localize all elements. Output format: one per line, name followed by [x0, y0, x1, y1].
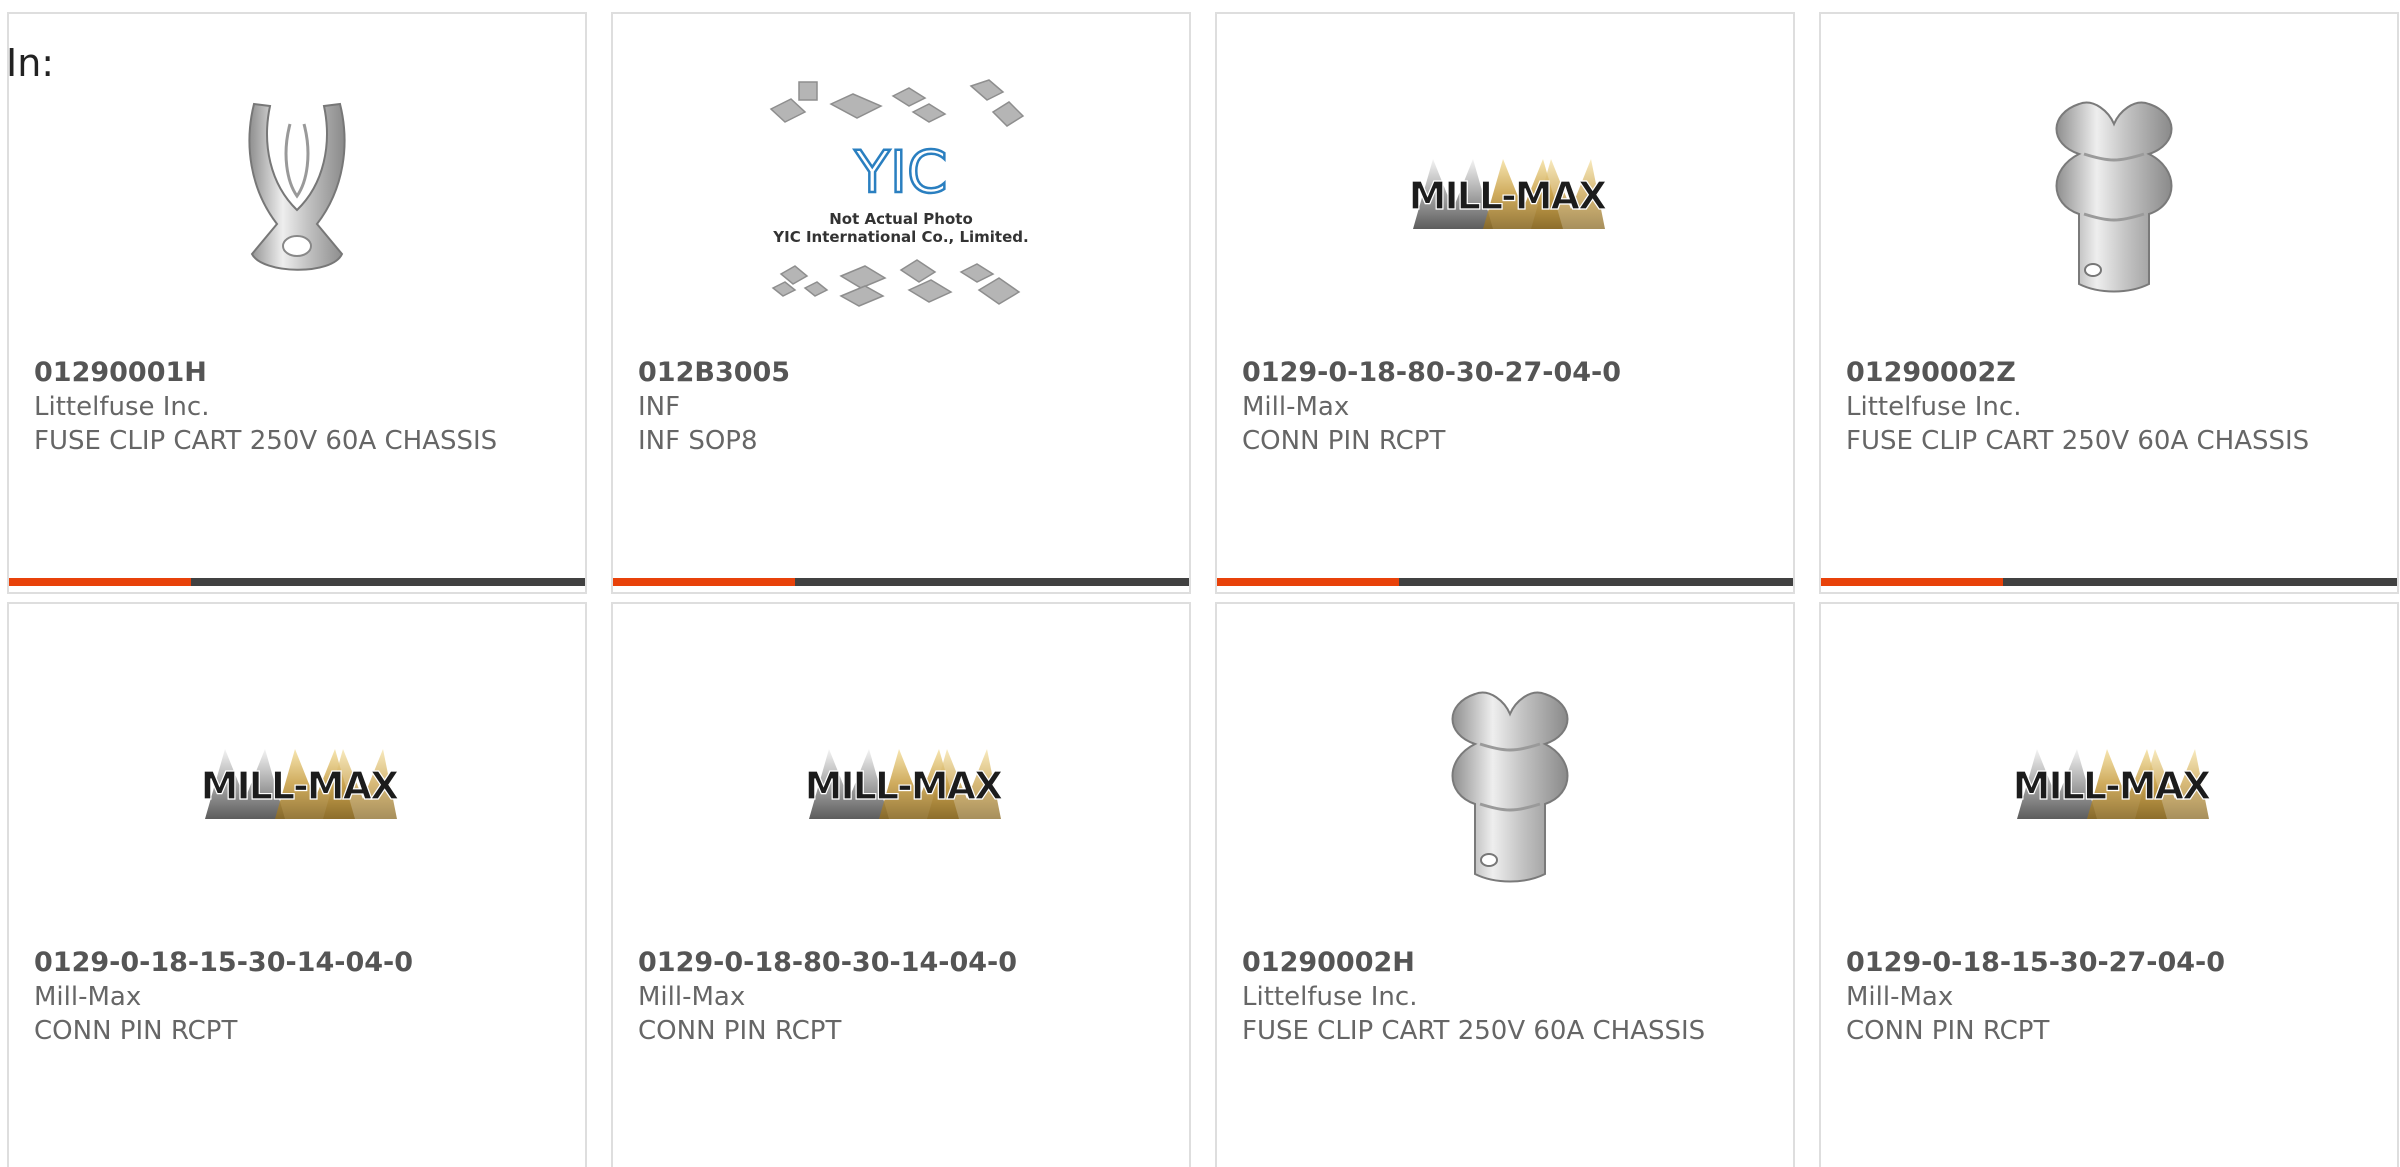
part-number[interactable]: 0129-0-18-80-30-27-04-0 — [1242, 356, 1773, 390]
product-info: 012B3005 INF INF SOP8 — [638, 356, 1169, 458]
card-accent-bar — [1821, 578, 2397, 586]
product-image[interactable] — [1217, 664, 1793, 904]
mill-max-wordmark: MILL-MAX — [201, 764, 399, 808]
card-accent-highlight — [9, 578, 191, 586]
product-info: 0129-0-18-80-30-14-04-0 Mill-Max CONN PI… — [638, 946, 1169, 1048]
part-number[interactable]: 0129-0-18-15-30-27-04-0 — [1846, 946, 2377, 980]
placeholder-caption: Not Actual Photo — [829, 210, 973, 228]
placeholder-company: YIC International Co., Limited. — [772, 228, 1028, 246]
search-results-page: In: 01290001H Littelfuse Inc. FUSE CLIP … — [0, 0, 2400, 1167]
part-number[interactable]: 0129-0-18-80-30-14-04-0 — [638, 946, 1169, 980]
manufacturer: Mill-Max — [1242, 392, 1350, 422]
description: INF SOP8 — [638, 426, 758, 456]
mill-max-wordmark: MILL-MAX — [805, 764, 1003, 808]
fuse-clip-icon — [2055, 101, 2173, 293]
description: CONN PIN RCPT — [638, 1016, 842, 1046]
mill-max-wordmark: MILL-MAX — [1409, 174, 1607, 218]
product-card[interactable]: MILL-MAX 0129-0-18-15-30-27-04-0 Mill-Ma… — [1819, 602, 2399, 1167]
part-number[interactable]: 01290002Z — [1846, 356, 2377, 390]
description: FUSE CLIP CART 250V 60A CHASSIS — [34, 426, 498, 456]
manufacturer: INF — [638, 392, 681, 422]
mill-max-logo: MILL-MAX — [2012, 749, 2214, 819]
product-image[interactable]: MILL-MAX — [1217, 74, 1793, 314]
product-info: 01290002Z Littelfuse Inc. FUSE CLIP CART… — [1846, 356, 2377, 458]
part-number[interactable]: 01290002H — [1242, 946, 1773, 980]
description: CONN PIN RCPT — [34, 1016, 238, 1046]
product-image[interactable]: MILL-MAX — [613, 664, 1189, 904]
card-accent-bar — [613, 578, 1189, 586]
mill-max-wordmark: MILL-MAX — [2013, 764, 2211, 808]
fuse-clip-open-icon — [192, 84, 402, 304]
product-image[interactable]: MILL-MAX — [1821, 664, 2397, 904]
mill-max-logo: MILL-MAX — [804, 749, 1006, 819]
description: FUSE CLIP CART 250V 60A CHASSIS — [1846, 426, 2310, 456]
card-accent-bar — [1217, 578, 1793, 586]
product-card[interactable]: MILL-MAX 0129-0-18-80-30-14-04-0 Mill-Ma… — [611, 602, 1191, 1167]
yic-logo: YIC — [853, 138, 947, 206]
yic-placeholder-image: YIC Not Actual Photo YIC International C… — [769, 79, 1029, 307]
product-card[interactable]: MILL-MAX 0129-0-18-15-30-14-04-0 Mill-Ma… — [7, 602, 587, 1167]
product-info: 0129-0-18-15-30-14-04-0 Mill-Max CONN PI… — [34, 946, 565, 1048]
product-card[interactable]: 01290002H Littelfuse Inc. FUSE CLIP CART… — [1215, 602, 1795, 1167]
mill-max-logo: MILL-MAX — [1408, 159, 1610, 229]
product-image[interactable]: YIC Not Actual Photo YIC International C… — [613, 74, 1189, 314]
part-number[interactable]: 0129-0-18-15-30-14-04-0 — [34, 946, 565, 980]
product-image[interactable] — [1821, 74, 2397, 314]
product-image[interactable] — [9, 74, 585, 314]
card-accent-bar — [9, 578, 585, 586]
product-info: 01290001H Littelfuse Inc. FUSE CLIP CART… — [34, 356, 565, 458]
product-card[interactable]: YIC Not Actual Photo YIC International C… — [611, 12, 1191, 594]
product-info: 01290002H Littelfuse Inc. FUSE CLIP CART… — [1242, 946, 1773, 1048]
manufacturer: Littelfuse Inc. — [34, 392, 210, 422]
product-card[interactable]: 01290002Z Littelfuse Inc. FUSE CLIP CART… — [1819, 12, 2399, 594]
filter-label: In: — [6, 41, 55, 85]
mill-max-logo: MILL-MAX — [200, 749, 402, 819]
product-info: 0129-0-18-80-30-27-04-0 Mill-Max CONN PI… — [1242, 356, 1773, 458]
manufacturer: Mill-Max — [34, 982, 142, 1012]
part-number[interactable]: 012B3005 — [638, 356, 1169, 390]
product-card[interactable]: 01290001H Littelfuse Inc. FUSE CLIP CART… — [7, 12, 587, 594]
fuse-clip-icon — [1451, 691, 1569, 883]
description: FUSE CLIP CART 250V 60A CHASSIS — [1242, 1016, 1706, 1046]
description: CONN PIN RCPT — [1846, 1016, 2050, 1046]
product-card[interactable]: MILL-MAX 0129-0-18-80-30-27-04-0 Mill-Ma… — [1215, 12, 1795, 594]
manufacturer: Mill-Max — [638, 982, 746, 1012]
product-info: 0129-0-18-15-30-27-04-0 Mill-Max CONN PI… — [1846, 946, 2377, 1048]
card-accent-highlight — [613, 578, 795, 586]
card-accent-highlight — [1217, 578, 1399, 586]
manufacturer: Littelfuse Inc. — [1846, 392, 2022, 422]
part-number[interactable]: 01290001H — [34, 356, 565, 390]
product-image[interactable]: MILL-MAX — [9, 664, 585, 904]
description: CONN PIN RCPT — [1242, 426, 1446, 456]
card-accent-highlight — [1821, 578, 2003, 586]
manufacturer: Mill-Max — [1846, 982, 1954, 1012]
manufacturer: Littelfuse Inc. — [1242, 982, 1418, 1012]
